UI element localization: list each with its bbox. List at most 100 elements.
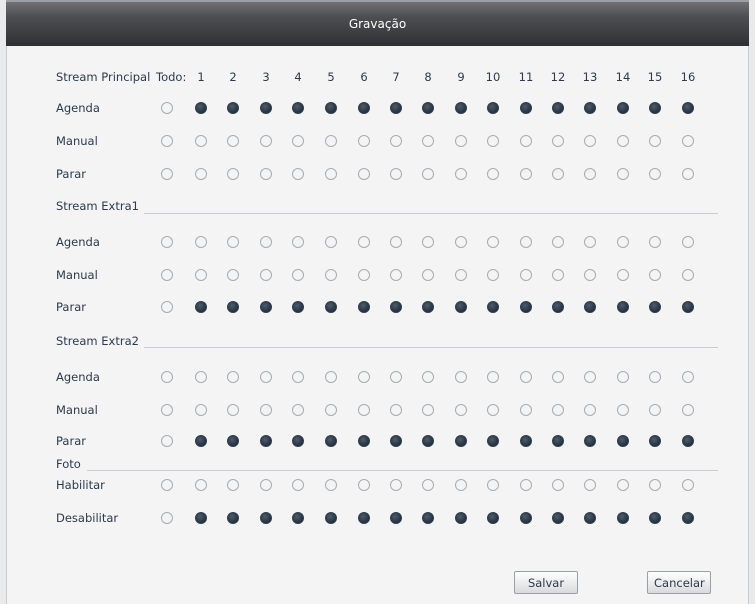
radio-extra1-manual-ch10[interactable]: [487, 269, 499, 281]
radio-main-agenda-ch13[interactable]: [584, 102, 596, 114]
radio-foto-habilitar-ch4[interactable]: [292, 479, 304, 491]
radio-all-extra1-manual[interactable]: [161, 269, 173, 281]
radio-foto-habilitar-ch9[interactable]: [455, 479, 467, 491]
radio-main-agenda-ch2[interactable]: [227, 102, 239, 114]
radio-extra2-agenda-ch10[interactable]: [487, 371, 499, 383]
radio-extra2-parar-ch7[interactable]: [390, 435, 402, 447]
radio-foto-habilitar-ch13[interactable]: [584, 479, 596, 491]
radio-extra2-agenda-ch8[interactable]: [422, 371, 434, 383]
radio-main-manual-ch13[interactable]: [584, 135, 596, 147]
radio-foto-desabilitar-ch1[interactable]: [195, 512, 207, 524]
radio-all-main-parar[interactable]: [161, 168, 173, 180]
radio-extra2-parar-ch15[interactable]: [649, 435, 661, 447]
radio-extra1-agenda-ch13[interactable]: [584, 236, 596, 248]
radio-extra1-manual-ch3[interactable]: [260, 269, 272, 281]
radio-main-manual-ch16[interactable]: [682, 135, 694, 147]
radio-main-parar-ch10[interactable]: [487, 168, 499, 180]
radio-extra1-parar-ch1[interactable]: [195, 301, 207, 313]
radio-main-parar-ch5[interactable]: [325, 168, 337, 180]
radio-extra1-agenda-ch8[interactable]: [422, 236, 434, 248]
radio-extra2-agenda-ch2[interactable]: [227, 371, 239, 383]
radio-foto-desabilitar-ch12[interactable]: [552, 512, 564, 524]
radio-extra1-parar-ch7[interactable]: [390, 301, 402, 313]
radio-main-parar-ch15[interactable]: [649, 168, 661, 180]
radio-extra2-agenda-ch9[interactable]: [455, 371, 467, 383]
radio-foto-habilitar-ch3[interactable]: [260, 479, 272, 491]
radio-foto-habilitar-ch14[interactable]: [617, 479, 629, 491]
radio-extra2-agenda-ch15[interactable]: [649, 371, 661, 383]
radio-extra2-parar-ch8[interactable]: [422, 435, 434, 447]
save-button[interactable]: Salvar: [514, 571, 578, 594]
radio-extra2-parar-ch11[interactable]: [520, 435, 532, 447]
radio-extra1-parar-ch8[interactable]: [422, 301, 434, 313]
radio-extra2-agenda-ch14[interactable]: [617, 371, 629, 383]
radio-foto-desabilitar-ch13[interactable]: [584, 512, 596, 524]
radio-main-agenda-ch10[interactable]: [487, 102, 499, 114]
radio-extra2-agenda-ch12[interactable]: [552, 371, 564, 383]
radio-foto-desabilitar-ch7[interactable]: [390, 512, 402, 524]
radio-extra2-parar-ch3[interactable]: [260, 435, 272, 447]
radio-extra2-manual-ch9[interactable]: [455, 404, 467, 416]
radio-extra2-parar-ch5[interactable]: [325, 435, 337, 447]
radio-main-manual-ch15[interactable]: [649, 135, 661, 147]
radio-foto-desabilitar-ch15[interactable]: [649, 512, 661, 524]
radio-extra2-manual-ch10[interactable]: [487, 404, 499, 416]
radio-extra2-manual-ch2[interactable]: [227, 404, 239, 416]
radio-foto-habilitar-ch2[interactable]: [227, 479, 239, 491]
radio-foto-habilitar-ch8[interactable]: [422, 479, 434, 491]
radio-foto-desabilitar-ch11[interactable]: [520, 512, 532, 524]
radio-extra1-manual-ch5[interactable]: [325, 269, 337, 281]
radio-foto-desabilitar-ch6[interactable]: [358, 512, 370, 524]
radio-main-agenda-ch4[interactable]: [292, 102, 304, 114]
radio-main-manual-ch1[interactable]: [195, 135, 207, 147]
radio-all-foto-habilitar[interactable]: [161, 479, 173, 491]
radio-foto-habilitar-ch11[interactable]: [520, 479, 532, 491]
radio-extra2-parar-ch9[interactable]: [455, 435, 467, 447]
radio-all-extra1-parar[interactable]: [161, 301, 173, 313]
radio-foto-habilitar-ch1[interactable]: [195, 479, 207, 491]
radio-main-parar-ch2[interactable]: [227, 168, 239, 180]
radio-main-agenda-ch12[interactable]: [552, 102, 564, 114]
radio-main-agenda-ch5[interactable]: [325, 102, 337, 114]
radio-extra2-manual-ch1[interactable]: [195, 404, 207, 416]
radio-main-manual-ch3[interactable]: [260, 135, 272, 147]
radio-extra2-manual-ch11[interactable]: [520, 404, 532, 416]
radio-extra1-parar-ch15[interactable]: [649, 301, 661, 313]
radio-extra1-parar-ch16[interactable]: [682, 301, 694, 313]
radio-extra2-parar-ch13[interactable]: [584, 435, 596, 447]
radio-main-parar-ch16[interactable]: [682, 168, 694, 180]
radio-all-foto-desabilitar[interactable]: [161, 512, 173, 524]
radio-main-parar-ch11[interactable]: [520, 168, 532, 180]
radio-main-agenda-ch15[interactable]: [649, 102, 661, 114]
radio-extra2-agenda-ch11[interactable]: [520, 371, 532, 383]
radio-extra2-parar-ch10[interactable]: [487, 435, 499, 447]
radio-main-agenda-ch1[interactable]: [195, 102, 207, 114]
radio-main-agenda-ch3[interactable]: [260, 102, 272, 114]
radio-extra1-agenda-ch3[interactable]: [260, 236, 272, 248]
radio-all-extra2-parar[interactable]: [161, 435, 173, 447]
radio-main-agenda-ch14[interactable]: [617, 102, 629, 114]
radio-extra1-manual-ch4[interactable]: [292, 269, 304, 281]
radio-main-parar-ch8[interactable]: [422, 168, 434, 180]
radio-extra1-manual-ch2[interactable]: [227, 269, 239, 281]
radio-extra1-agenda-ch2[interactable]: [227, 236, 239, 248]
radio-extra2-parar-ch4[interactable]: [292, 435, 304, 447]
radio-extra1-agenda-ch16[interactable]: [682, 236, 694, 248]
radio-extra2-manual-ch7[interactable]: [390, 404, 402, 416]
radio-extra1-manual-ch14[interactable]: [617, 269, 629, 281]
radio-main-agenda-ch8[interactable]: [422, 102, 434, 114]
radio-foto-habilitar-ch7[interactable]: [390, 479, 402, 491]
radio-extra1-parar-ch14[interactable]: [617, 301, 629, 313]
radio-extra1-manual-ch12[interactable]: [552, 269, 564, 281]
radio-foto-desabilitar-ch3[interactable]: [260, 512, 272, 524]
radio-foto-desabilitar-ch4[interactable]: [292, 512, 304, 524]
radio-main-agenda-ch6[interactable]: [358, 102, 370, 114]
radio-extra2-agenda-ch1[interactable]: [195, 371, 207, 383]
radio-extra1-parar-ch10[interactable]: [487, 301, 499, 313]
radio-extra1-agenda-ch5[interactable]: [325, 236, 337, 248]
radio-foto-habilitar-ch6[interactable]: [358, 479, 370, 491]
radio-extra2-manual-ch5[interactable]: [325, 404, 337, 416]
radio-extra2-parar-ch1[interactable]: [195, 435, 207, 447]
radio-foto-habilitar-ch5[interactable]: [325, 479, 337, 491]
radio-extra1-agenda-ch6[interactable]: [358, 236, 370, 248]
